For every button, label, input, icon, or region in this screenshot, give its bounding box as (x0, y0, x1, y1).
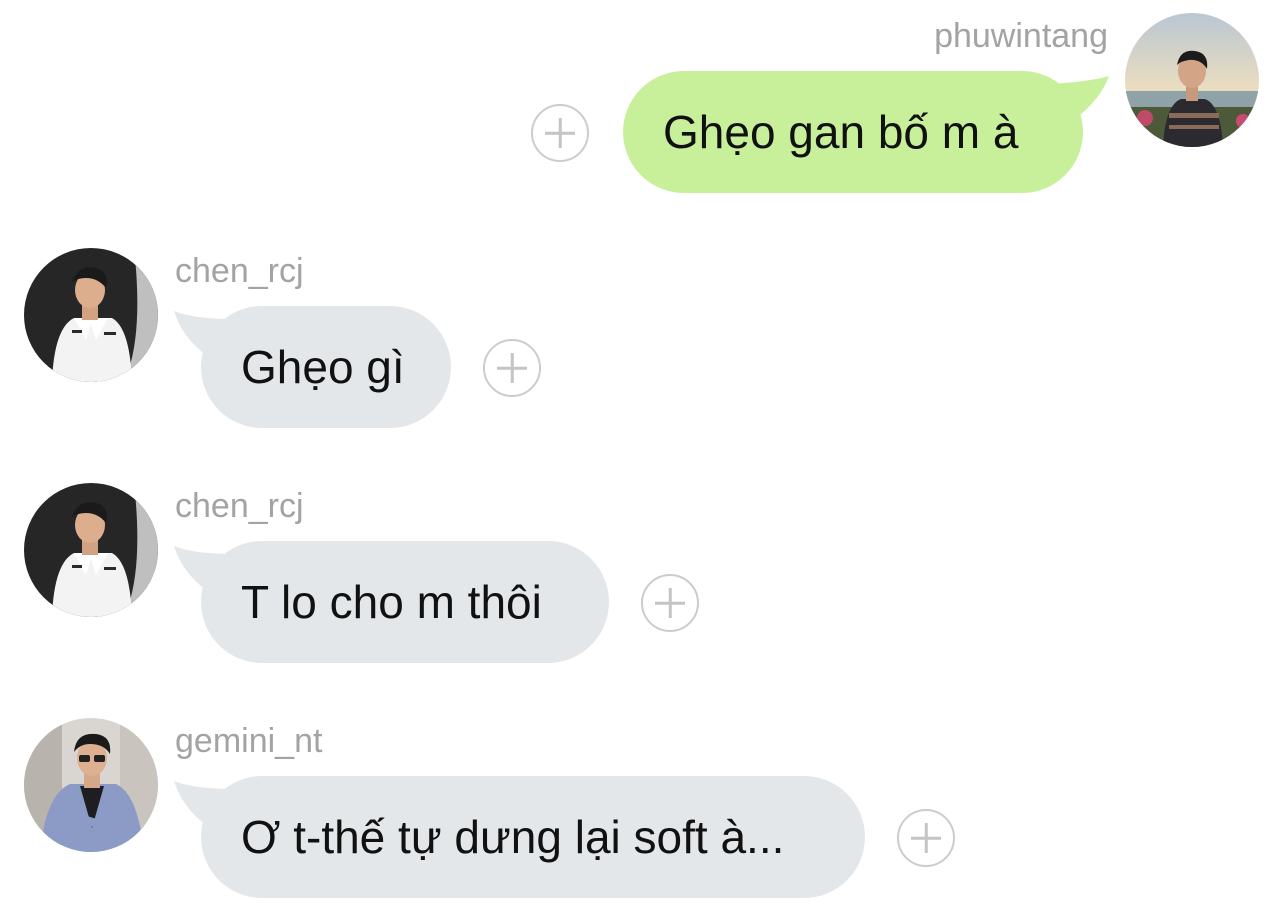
message-bubble[interactable]: Ghẹo gan bố m à (623, 71, 1083, 193)
sender-username[interactable]: gemini_nt (175, 721, 322, 761)
user-avatar-photo-icon (24, 248, 158, 382)
sender-avatar[interactable] (1125, 13, 1259, 147)
message-text: T lo cho m thôi (241, 576, 542, 628)
sender-username[interactable]: phuwintang (934, 16, 1108, 56)
add-reaction-button[interactable] (897, 809, 955, 867)
add-reaction-button[interactable] (531, 104, 589, 162)
message-bubble[interactable]: Ơ t-thế tự dưng lại soft à... (201, 776, 865, 898)
message-bubble[interactable]: Ghẹo gì (201, 306, 451, 428)
message-text: Ghẹo gan bố m à (663, 106, 1019, 158)
sender-username[interactable]: chen_rcj (175, 251, 304, 291)
message-bubble[interactable]: T lo cho m thôi (201, 541, 609, 663)
user-avatar-photo-icon (24, 718, 158, 852)
add-reaction-button[interactable] (483, 339, 541, 397)
add-reaction-button[interactable] (641, 574, 699, 632)
message-text: Ghẹo gì (241, 341, 405, 393)
sender-username[interactable]: chen_rcj (175, 486, 304, 526)
sender-avatar[interactable] (24, 483, 158, 617)
user-avatar-photo-icon (1125, 13, 1259, 147)
sender-avatar[interactable] (24, 248, 158, 382)
bubble-tail (1048, 76, 1109, 118)
user-avatar-photo-icon (24, 483, 158, 617)
message-text: Ơ t-thế tự dưng lại soft à... (241, 811, 785, 863)
sender-avatar[interactable] (24, 718, 158, 852)
